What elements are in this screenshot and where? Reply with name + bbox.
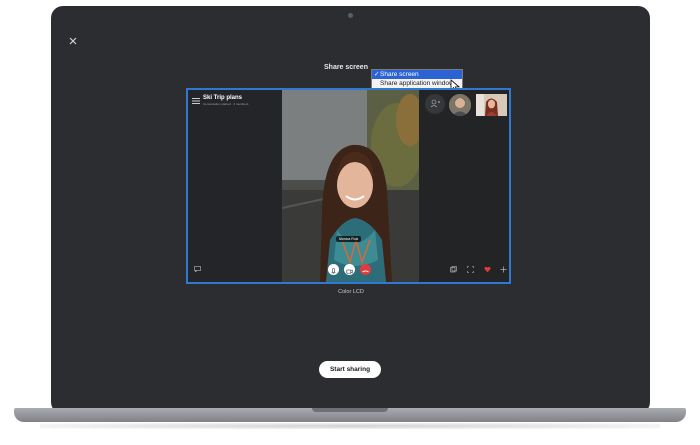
display-name-label: Color LCD — [338, 289, 364, 295]
popout-icon[interactable] — [450, 266, 457, 273]
dropdown-option-label: Share screen — [380, 71, 419, 78]
chat-title: Ski Trip plans — [203, 95, 243, 101]
screen-preview[interactable]: Ski Trip plans Conversation started · 4 … — [186, 88, 511, 284]
participants-panel — [419, 90, 509, 282]
add-person-button[interactable] — [425, 94, 445, 114]
end-call-icon — [362, 270, 369, 273]
self-view-image — [476, 94, 507, 116]
chat-sidebar: Ski Trip plans Conversation started · 4 … — [188, 90, 282, 282]
avatar-image — [449, 94, 471, 116]
fullscreen-icon[interactable] — [467, 266, 474, 273]
dropdown-option-share-screen[interactable]: ✓ Share screen — [372, 70, 462, 79]
mic-icon — [331, 268, 336, 274]
chat-icon — [194, 266, 201, 272]
webcam — [348, 13, 353, 18]
hamburger-icon — [192, 98, 200, 104]
checkmark-icon: ✓ — [374, 71, 380, 78]
laptop-base-notch — [312, 408, 388, 412]
dropdown-option-share-window[interactable]: Share application window — [372, 79, 462, 88]
add-person-icon — [430, 99, 440, 108]
laptop-shadow — [40, 423, 660, 429]
caller-video-image — [282, 90, 419, 282]
plus-icon[interactable] — [500, 266, 507, 273]
self-view-thumbnail[interactable] — [476, 94, 507, 116]
dropdown-option-label: Share application window — [380, 80, 454, 87]
mute-button[interactable] — [328, 264, 339, 275]
video-feed — [282, 90, 419, 282]
camera-icon — [346, 269, 353, 274]
close-icon[interactable] — [66, 34, 80, 48]
caller-name-tag: Monica Ruiz — [336, 236, 362, 242]
heart-icon[interactable] — [484, 266, 491, 273]
chat-subtitle: Conversation started · 4 members — [203, 102, 249, 106]
participant-avatar[interactable] — [449, 94, 471, 116]
end-call-button[interactable] — [360, 264, 371, 275]
start-sharing-button[interactable]: Start sharing — [319, 361, 381, 378]
video-toggle-button[interactable] — [344, 264, 355, 275]
